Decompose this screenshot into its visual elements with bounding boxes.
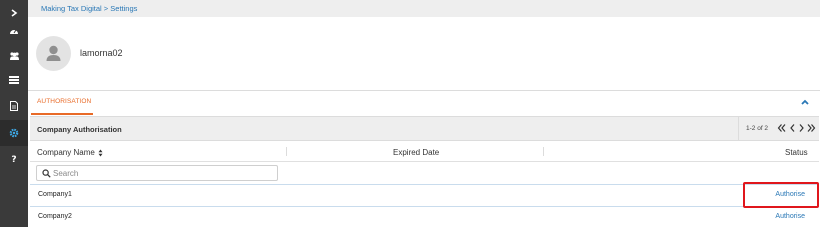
search-icon [42,169,51,178]
dashboard-icon [10,29,18,34]
sidebar-item-dashboard[interactable] [0,18,28,44]
pagination: 1-2 of 2 [738,117,819,140]
sidebar-item-list[interactable] [0,67,28,93]
breadcrumb-bar: Making Tax Digital > Settings [28,0,820,17]
table-row: Company2 Authorise [30,207,819,227]
panel-header: Company Authorisation 1-2 of 2 [30,116,819,141]
sidebar-item-documents[interactable] [0,93,28,119]
pagination-count: 1-2 of 2 [746,125,769,132]
list-icon [9,76,19,84]
chevron-up-icon[interactable] [800,97,810,107]
chevron-right-icon [11,9,18,17]
tab-active-indicator [31,113,93,115]
column-header-expired-date[interactable]: Expired Date [393,148,439,157]
tab-authorisation[interactable]: AUTHORISATION [37,98,91,105]
search-field[interactable] [36,165,278,181]
avatar [36,36,71,71]
app-window: ? Making Tax Digital > Settings lamorna0… [0,0,820,227]
gear-icon [9,128,19,138]
search-input[interactable] [53,167,273,179]
sidebar: ? [0,0,28,227]
cell-company-name: Company1 [38,191,72,198]
table-header-row: Company Name Expired Date Status [30,142,819,162]
table-row: Company1 Authorise [30,185,819,207]
column-header-label: Company Name [37,148,95,157]
prev-page-icon[interactable] [788,123,797,133]
user-icon [46,45,61,61]
sort-icon[interactable] [98,149,103,157]
next-page-icon[interactable] [797,123,806,133]
first-page-icon[interactable] [777,123,786,133]
username: lamorna02 [80,48,123,58]
sidebar-item-help[interactable]: ? [0,146,28,172]
breadcrumb[interactable]: Making Tax Digital > Settings [41,4,137,13]
column-header-status[interactable]: Status [785,148,808,157]
profile-divider [28,90,820,91]
column-header-company-name[interactable]: Company Name [37,148,103,157]
cell-company-name: Company2 [38,213,72,220]
last-page-icon[interactable] [807,123,816,133]
highlight-annotation [743,182,819,208]
document-icon [10,101,18,111]
svg-text:?: ? [11,155,16,164]
sidebar-item-users[interactable] [0,42,28,68]
help-icon: ? [11,155,16,164]
column-divider [286,147,287,156]
column-divider [543,147,544,156]
sidebar-item-settings[interactable] [0,120,28,146]
authorise-link[interactable]: Authorise [775,213,805,220]
panel-title: Company Authorisation [37,125,122,134]
users-icon [9,51,19,60]
